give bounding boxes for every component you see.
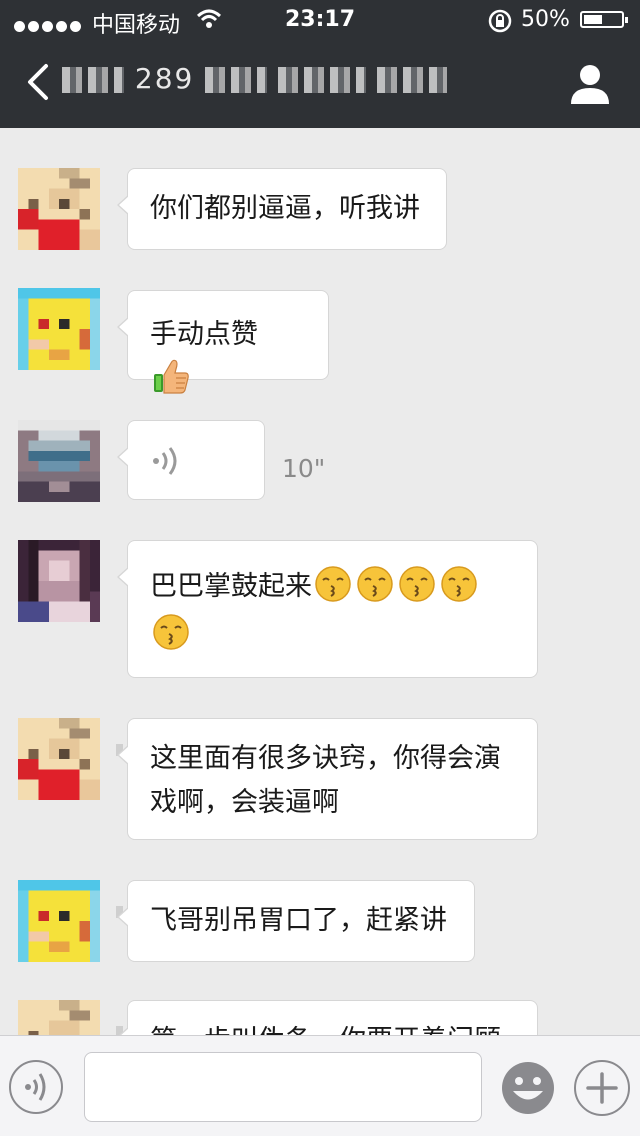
- redacted-text: [278, 67, 367, 93]
- battery-icon: [580, 11, 628, 28]
- person-icon[interactable]: [568, 62, 612, 106]
- kissing-face-emoji: [315, 566, 351, 602]
- chat-title: 289: [62, 62, 448, 95]
- kissing-face-emoji: [357, 566, 393, 602]
- text-bubble[interactable]: 你们都别逼逼，听我讲: [117, 168, 447, 250]
- smiley-icon[interactable]: [500, 1060, 556, 1116]
- message-text: 第一步叫伪条，你要开着门顾: [150, 1025, 501, 1035]
- message-text: 手动点赞: [150, 319, 258, 350]
- message-line: 这里面有很多诀窍，你得会演: [150, 743, 501, 774]
- thumbs-up-emoji: [154, 359, 189, 394]
- rotation-lock-icon: [488, 9, 512, 33]
- avatar[interactable]: [18, 718, 100, 800]
- message-line: 巴巴掌鼓起来: [150, 563, 515, 611]
- avatar[interactable]: [18, 880, 100, 962]
- message-text: 飞哥别吊胃口了，赶紧讲: [150, 905, 447, 936]
- voice-duration: 10": [282, 454, 326, 483]
- message-list[interactable]: 你们都别逼逼，听我讲 手动点赞 10" 巴巴掌鼓起来 这里面有很多诀窍，你得会演…: [0, 128, 640, 1035]
- text-bubble[interactable]: 第一步叫伪条，你要开着门顾: [117, 1000, 538, 1035]
- message-input[interactable]: [84, 1052, 482, 1122]
- avatar[interactable]: [18, 168, 100, 250]
- voice-button[interactable]: [9, 1060, 63, 1114]
- voice-icon: [25, 1073, 46, 1101]
- avatar[interactable]: [18, 288, 100, 370]
- text-bubble[interactable]: 巴巴掌鼓起来: [117, 540, 538, 678]
- redacted-text: [377, 67, 448, 93]
- back-chevron-icon[interactable]: [20, 62, 60, 102]
- nav-bar: 289: [0, 40, 640, 128]
- plus-icon: [586, 1072, 618, 1104]
- kissing-face-emoji: [153, 614, 189, 650]
- kissing-face-emoji: [399, 566, 435, 602]
- status-bar: 中国移动 23:17 50%: [0, 0, 640, 40]
- text-bubble[interactable]: 飞哥别吊胃口了，赶紧讲: [117, 880, 475, 962]
- chat-title-visible: 289: [134, 62, 195, 95]
- message-line: [150, 611, 515, 659]
- avatar[interactable]: [18, 1000, 100, 1035]
- more-options-button[interactable]: [574, 1060, 630, 1116]
- redacted-text: [62, 67, 124, 93]
- avatar[interactable]: [18, 420, 100, 502]
- message-text: 巴巴掌鼓起来: [150, 571, 312, 602]
- input-toolbar: [0, 1035, 640, 1136]
- battery-percent: 50%: [521, 7, 570, 32]
- voice-message-bubble[interactable]: [117, 420, 265, 500]
- kissing-face-emoji: [441, 566, 477, 602]
- avatar[interactable]: [18, 540, 100, 622]
- text-bubble[interactable]: 这里面有很多诀窍，你得会演 戏啊，会装逼啊: [117, 718, 538, 840]
- message-text: 你们都别逼逼，听我讲: [150, 193, 420, 224]
- message-line: 戏啊，会装逼啊: [150, 787, 339, 818]
- text-bubble[interactable]: 手动点赞: [117, 290, 329, 394]
- voice-playback-icon: [153, 447, 177, 475]
- redacted-text: [205, 67, 268, 93]
